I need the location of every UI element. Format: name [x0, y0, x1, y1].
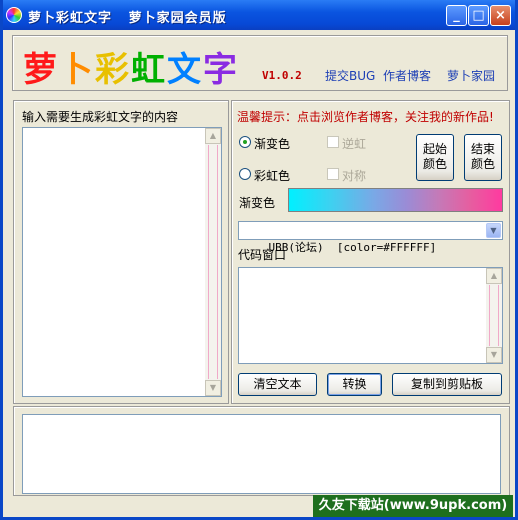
logo-char: 文	[167, 50, 203, 90]
checkbox-symmetric[interactable]	[327, 168, 339, 180]
source-text-input[interactable]: ▲ ▼	[22, 127, 222, 397]
logo-char: 虹	[131, 50, 167, 90]
convert-button[interactable]: 转换	[327, 373, 382, 396]
format-select[interactable]: UBB(论坛) [color=#FFFFFF] ▼	[238, 221, 503, 254]
logo-char: 卜	[59, 50, 95, 90]
link-luobo-home[interactable]: 萝卜家园	[447, 67, 495, 84]
scroll-up-icon[interactable]: ▲	[205, 128, 221, 144]
banner: 萝卜彩虹文字 V1.0.2 提交BUG 作者博客 萝卜家园	[12, 35, 508, 91]
chevron-down-icon[interactable]: ▼	[486, 223, 501, 238]
start-color-button[interactable]: 起始 颜色	[416, 134, 454, 181]
window-title: 萝卜彩虹文字 萝卜家园会员版	[28, 11, 227, 26]
scroll-down-icon[interactable]: ▼	[205, 380, 221, 396]
code-scrollbar[interactable]: ▲ ▼	[486, 268, 502, 363]
checkbox-reverse-label: 逆虹	[342, 137, 367, 151]
checkbox-reverse[interactable]	[327, 136, 339, 148]
input-label: 输入需要生成彩虹文字的内容	[22, 110, 179, 124]
app-icon	[6, 7, 22, 23]
link-submit-bug[interactable]: 提交BUG	[325, 67, 375, 84]
gradient-label: 渐变色	[239, 196, 276, 210]
gradient-preview-bar	[288, 188, 503, 212]
logo-char: 萝	[23, 50, 59, 90]
version-label: V1.0.2	[262, 69, 302, 82]
source-scrollbar[interactable]: ▲ ▼	[205, 128, 221, 396]
app-window: 萝卜彩虹文字 萝卜家园会员版 _ □ × 萝卜彩虹文字 V1.0.2 提交BUG…	[0, 0, 518, 520]
end-color-button[interactable]: 结束 颜色	[464, 134, 502, 181]
checkbox-symmetric-label: 对称	[342, 169, 367, 183]
scroll-up-icon[interactable]: ▲	[486, 268, 502, 284]
preview-output[interactable]	[22, 414, 501, 494]
scroll-track[interactable]	[208, 145, 218, 379]
app-logo: 萝卜彩虹文字	[23, 42, 239, 91]
watermark-banner: 久友下载站(www.9upk.com)	[313, 495, 513, 517]
radio-gradient[interactable]	[239, 136, 251, 148]
logo-char: 彩	[95, 50, 131, 90]
scroll-track[interactable]	[489, 285, 499, 346]
minimize-button[interactable]: _	[446, 5, 467, 26]
preview-area	[13, 406, 510, 496]
format-select-value: UBB(论坛) [color=#FFFFFF]	[268, 241, 437, 254]
clear-text-button[interactable]: 清空文本	[238, 373, 317, 396]
radio-gradient-label[interactable]: 渐变色	[254, 135, 290, 152]
scroll-down-icon[interactable]: ▼	[486, 347, 502, 363]
close-button[interactable]: ×	[490, 5, 511, 26]
link-author-blog[interactable]: 作者博客	[383, 67, 431, 84]
maximize-button[interactable]: □	[468, 5, 489, 26]
radio-rainbow-label[interactable]: 彩虹色	[254, 167, 290, 184]
code-output-textarea[interactable]: ▲ ▼	[238, 267, 503, 364]
code-window-label: 代码窗口	[238, 248, 287, 262]
copy-to-clipboard-button[interactable]: 复制到剪贴板	[392, 373, 502, 396]
tip-text: 温馨提示：点击浏览作者博客，关注我的新作品!	[237, 110, 494, 124]
title-bar[interactable]: 萝卜彩虹文字 萝卜家园会员版 _ □ ×	[3, 0, 515, 30]
radio-rainbow[interactable]	[239, 168, 251, 180]
input-panel: 输入需要生成彩虹文字的内容 ▲ ▼	[13, 100, 229, 404]
logo-char: 字	[203, 50, 239, 90]
